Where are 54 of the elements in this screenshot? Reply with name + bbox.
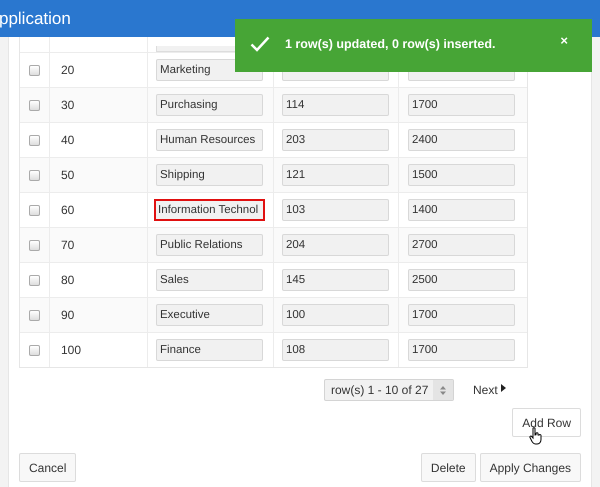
location-field[interactable]: 2700 [408,234,515,256]
department-id: 30 [61,98,74,112]
name-field[interactable]: Executive [156,304,263,326]
row-checkbox[interactable] [29,134,40,146]
triangle-icon [500,384,506,392]
department-id: 20 [61,63,74,77]
checkmark-icon [250,36,270,52]
manager-field[interactable]: 145 [282,269,389,291]
row-checkbox[interactable] [29,64,40,76]
row-checkbox[interactable] [29,170,40,180]
sort-arrows-icon [440,386,446,394]
row-checkbox[interactable] [29,204,40,216]
row-checkbox[interactable] [29,274,40,286]
department-id: 70 [61,238,74,252]
apply-changes-button[interactable]: Apply Changes [480,453,581,482]
next-link[interactable]: Next [473,383,506,397]
manager-field[interactable]: 121 [282,164,389,186]
manager-field[interactable]: 100 [282,304,389,326]
name-field[interactable]: Public Relations [156,234,263,256]
cancel-button[interactable]: Cancel [19,453,76,482]
app-title: pplication [0,8,71,28]
name-field[interactable]: Sales [156,269,263,291]
location-field[interactable]: 1500 [408,164,515,186]
location-field[interactable]: 1700 [408,339,515,361]
name-field[interactable]: Shipping [156,164,263,186]
department-id: 60 [61,203,74,217]
manager-field[interactable]: 114 [282,94,389,116]
department-id: 40 [61,133,74,147]
manager-field[interactable]: 103 [282,199,389,221]
location-field[interactable]: 2500 [408,269,515,291]
row-checkbox[interactable] [29,344,40,356]
toast-message: 1 row(s) updated, 0 row(s) inserted. [285,36,496,50]
row-checkbox[interactable] [29,240,40,250]
department-id: 50 [61,168,74,182]
pagination-select[interactable]: row(s) 1 - 10 of 27 [324,379,454,401]
manager-field[interactable]: 203 [282,129,389,151]
manager-field[interactable]: 108 [282,339,389,361]
department-id: 80 [61,273,74,287]
delete-button[interactable]: Delete [420,453,476,482]
row-checkbox[interactable] [29,310,40,320]
location-field[interactable]: 1400 [408,199,515,221]
row-checkbox[interactable] [29,100,40,110]
manager-field[interactable]: 204 [282,234,389,256]
department-id: 90 [61,308,74,322]
name-field[interactable]: Human Resources [156,129,263,151]
location-field[interactable]: 1700 [408,304,515,326]
add-row-button[interactable]: Add Row [512,408,581,437]
hand-cursor-icon [529,427,543,445]
location-field[interactable]: 2400 [408,129,515,151]
name-field[interactable]: Information Technol [154,199,265,221]
location-field[interactable]: 1700 [408,94,515,116]
department-id: 100 [61,343,82,357]
name-field[interactable]: Purchasing [156,94,263,116]
name-field[interactable]: Finance [156,339,263,361]
